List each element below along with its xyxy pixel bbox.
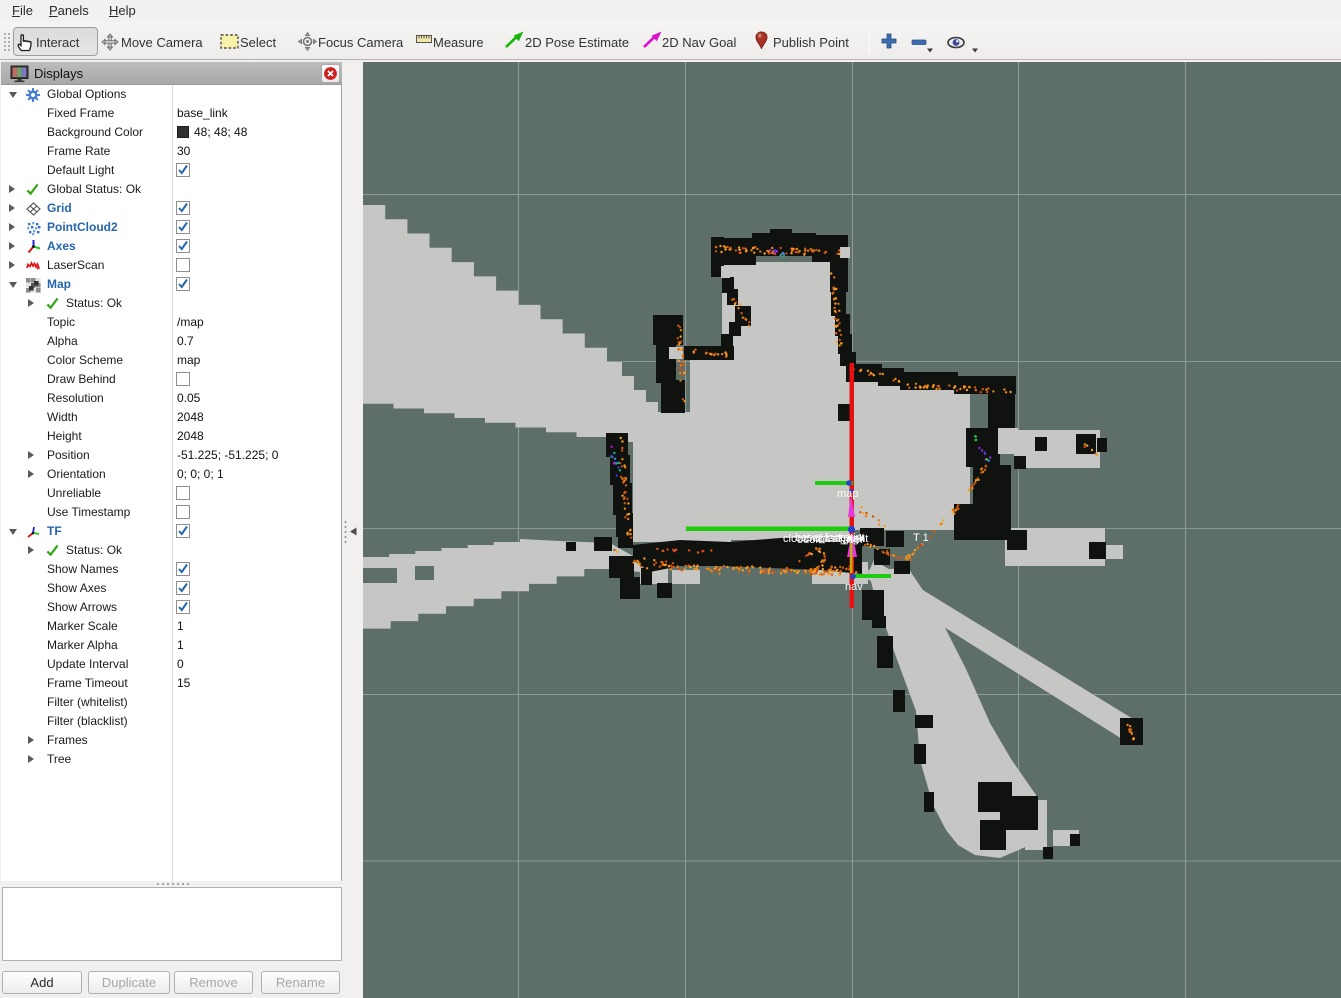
svg-text:T 1: T 1 [913, 532, 929, 544]
svg-text:laser: laser [840, 534, 864, 546]
svg-text:map: map [837, 488, 858, 500]
svg-text:nav: nav [845, 581, 863, 593]
